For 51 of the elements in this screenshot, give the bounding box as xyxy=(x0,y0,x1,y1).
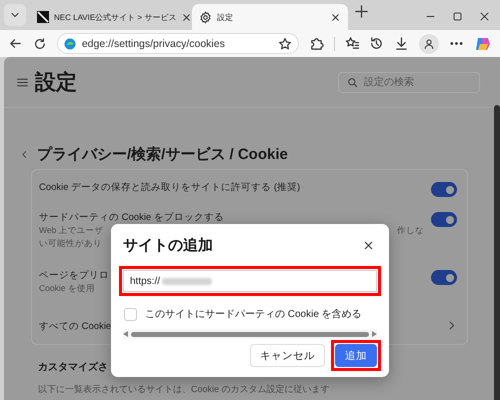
back-chevron-icon[interactable] xyxy=(20,150,29,158)
site-logo-icon xyxy=(37,11,49,23)
setting-description: い可能性があり xyxy=(39,237,102,250)
new-tab-icon[interactable] xyxy=(354,4,369,19)
setting-label: すべての Cookie xyxy=(39,321,112,333)
section-description: 以下に一覧表示されているサイトは、Cookie のカスタム設定に従います xyxy=(38,383,330,396)
close-button[interactable] xyxy=(362,238,375,252)
dialog-title: サイトの追加 xyxy=(123,236,213,254)
browser-tab[interactable]: 設定 xyxy=(192,4,348,30)
maximize-icon[interactable] xyxy=(452,11,463,22)
close-icon xyxy=(362,238,375,252)
toggle-switch[interactable] xyxy=(431,270,457,285)
back-icon[interactable] xyxy=(8,36,23,51)
tab-list-button[interactable] xyxy=(4,4,26,26)
setting-description: Cookie を使用 xyxy=(39,282,95,295)
favorite-star-icon[interactable] xyxy=(278,36,292,50)
scroll-right-icon[interactable] xyxy=(372,331,377,337)
cancel-button[interactable]: キャンセル xyxy=(250,344,325,367)
setting-label: Cookie データの保存と読み取りをサイトに許可する (推奨) xyxy=(39,182,300,194)
horizontal-scrollbar[interactable] xyxy=(123,329,377,339)
close-icon[interactable] xyxy=(330,12,341,22)
browser-logo-icon xyxy=(64,38,76,50)
puzzle-icon[interactable] xyxy=(308,36,324,51)
toggle-switch[interactable] xyxy=(431,182,457,197)
history-icon[interactable] xyxy=(369,36,384,51)
setting-description: 作しな xyxy=(397,224,424,237)
page-title: 設定 xyxy=(35,70,77,96)
close-icon[interactable] xyxy=(479,11,490,22)
add-button[interactable]: 追加 xyxy=(335,344,377,367)
download-icon[interactable] xyxy=(394,36,410,51)
toggle-switch[interactable] xyxy=(431,212,457,227)
menu-icon[interactable] xyxy=(16,76,29,88)
url-field[interactable]: https:// xyxy=(123,270,377,292)
setting-label: サードパーティの Cookie をブロックする xyxy=(39,212,224,224)
profile-button[interactable] xyxy=(419,34,440,54)
checkbox-label: このサイトにサードパーティの Cookie を含める xyxy=(145,308,362,321)
setting-label: ページをプリロ xyxy=(39,270,109,282)
setting-description: Web 上でユーザ xyxy=(39,224,104,237)
breadcrumb-title: プライバシー/検索/サービス / Cookie xyxy=(37,144,288,164)
search-icon xyxy=(347,76,358,88)
address-bar[interactable]: edge://settings/privacy/cookies xyxy=(56,33,299,54)
gear-icon xyxy=(199,10,212,24)
person-icon xyxy=(423,38,436,50)
browser-tab[interactable]: NEC LAVIE公式サイト > サービス xyxy=(30,4,192,30)
favorites-icon[interactable] xyxy=(344,36,360,51)
checkbox[interactable] xyxy=(124,308,137,320)
section-title: カスタマイズさ xyxy=(38,360,108,374)
scroll-left-icon[interactable] xyxy=(123,331,128,337)
scrollbar[interactable] xyxy=(494,105,500,400)
refresh-icon[interactable] xyxy=(32,36,47,50)
close-icon[interactable] xyxy=(181,12,192,22)
